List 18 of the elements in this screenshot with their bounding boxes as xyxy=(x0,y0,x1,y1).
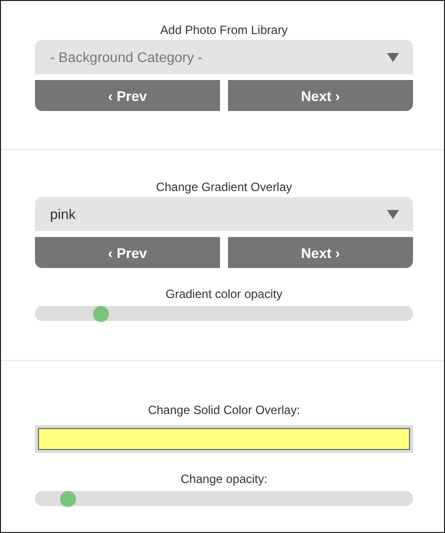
section-label: Change Gradient Overlay xyxy=(156,180,292,194)
caret-icon xyxy=(387,210,399,218)
caret-icon xyxy=(387,52,399,62)
next-button[interactable]: Next › xyxy=(228,237,413,268)
section-label: Change Solid Color Overlay: xyxy=(148,403,300,417)
color-field[interactable] xyxy=(35,425,413,453)
prev-button[interactable]: ‹ Prev xyxy=(35,80,220,111)
slider-thumb[interactable] xyxy=(60,490,76,506)
slider-label: Gradient color opacity xyxy=(166,287,282,301)
slider-track[interactable] xyxy=(35,306,413,321)
prev-button[interactable]: ‹ Prev xyxy=(35,237,220,268)
dropdown-select[interactable]: pink xyxy=(35,197,413,231)
next-button[interactable]: Next › xyxy=(228,80,413,111)
slider-track[interactable] xyxy=(35,491,413,506)
section-label: Add Photo From Library xyxy=(160,23,288,37)
slider-thumb[interactable] xyxy=(92,306,109,322)
dropdown-select[interactable]: - Background Category - xyxy=(35,40,413,74)
slider-label: Change opacity: xyxy=(180,472,268,486)
